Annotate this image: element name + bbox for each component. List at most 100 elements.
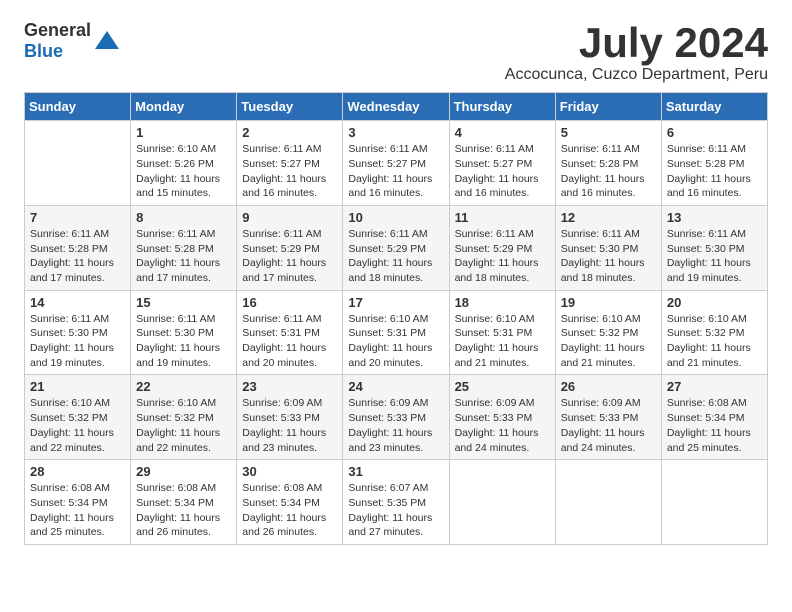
calendar-cell: 19Sunrise: 6:10 AM Sunset: 5:32 PM Dayli… bbox=[555, 290, 661, 375]
day-info: Sunrise: 6:11 AM Sunset: 5:29 PM Dayligh… bbox=[348, 227, 443, 286]
calendar-day-header: Sunday bbox=[25, 93, 131, 121]
calendar-cell: 31 Sunrise: 6:07 AM Sunset: 5:35 PM Dayli… bbox=[343, 460, 449, 545]
day-number: 27 bbox=[667, 379, 762, 394]
calendar-cell: 15Sunrise: 6:11 AM Sunset: 5:30 PM Dayli… bbox=[131, 290, 237, 375]
day-info: Sunrise: 6:08 AM Sunset: 5:34 PM Dayligh… bbox=[136, 481, 231, 540]
day-number: 31 bbox=[348, 464, 443, 479]
day-number: 8 bbox=[136, 210, 231, 225]
calendar-cell: 3Sunrise: 6:11 AM Sunset: 5:27 PM Daylig… bbox=[343, 121, 449, 206]
calendar-cell: 6 Sunrise: 6:11 AM Sunset: 5:28 PM Daylig… bbox=[661, 121, 767, 206]
page-header: General Blue July 2024 Accocunca, Cuzco … bbox=[24, 20, 768, 84]
day-number: 28 bbox=[30, 464, 125, 479]
day-info: Sunrise: 6:08 AM Sunset: 5:34 PM Dayligh… bbox=[667, 396, 762, 455]
day-number: 10 bbox=[348, 210, 443, 225]
calendar-cell: 4 Sunrise: 6:11 AM Sunset: 5:27 PM Daylig… bbox=[449, 121, 555, 206]
day-info: Sunrise: 6:07 AM Sunset: 5:35 PM Dayligh… bbox=[348, 481, 443, 540]
day-info: Sunrise: 6:11 AM Sunset: 5:27 PM Dayligh… bbox=[242, 142, 337, 201]
location-title: Accocunca, Cuzco Department, Peru bbox=[505, 66, 768, 84]
logo: General Blue bbox=[24, 20, 121, 62]
calendar-cell: 16Sunrise: 6:11 AM Sunset: 5:31 PM Dayli… bbox=[237, 290, 343, 375]
day-number: 29 bbox=[136, 464, 231, 479]
calendar-week-row: 7 Sunrise: 6:11 AM Sunset: 5:28 PM Daylig… bbox=[25, 205, 768, 290]
calendar-cell: 1 Sunrise: 6:10 AM Sunset: 5:26 PM Daylig… bbox=[131, 121, 237, 206]
day-number: 5 bbox=[561, 125, 656, 140]
calendar-cell bbox=[449, 460, 555, 545]
day-info: Sunrise: 6:11 AM Sunset: 5:28 PM Dayligh… bbox=[561, 142, 656, 201]
day-number: 17 bbox=[348, 295, 443, 310]
logo-text: General Blue bbox=[24, 20, 91, 62]
calendar-cell: 30Sunrise: 6:08 AM Sunset: 5:34 PM Dayli… bbox=[237, 460, 343, 545]
calendar-header-row: SundayMondayTuesdayWednesdayThursdayFrid… bbox=[25, 93, 768, 121]
calendar-cell: 20 Sunrise: 6:10 AM Sunset: 5:32 PM Dayli… bbox=[661, 290, 767, 375]
calendar-cell: 11 Sunrise: 6:11 AM Sunset: 5:29 PM Dayli… bbox=[449, 205, 555, 290]
calendar-day-header: Wednesday bbox=[343, 93, 449, 121]
day-info: Sunrise: 6:09 AM Sunset: 5:33 PM Dayligh… bbox=[348, 396, 443, 455]
month-title: July 2024 bbox=[505, 20, 768, 66]
calendar-table: SundayMondayTuesdayWednesdayThursdayFrid… bbox=[24, 92, 768, 545]
day-number: 23 bbox=[242, 379, 337, 394]
calendar-cell: 21 Sunrise: 6:10 AM Sunset: 5:32 PM Dayli… bbox=[25, 375, 131, 460]
calendar-day-header: Thursday bbox=[449, 93, 555, 121]
day-info: Sunrise: 6:11 AM Sunset: 5:29 PM Dayligh… bbox=[455, 227, 550, 286]
day-info: Sunrise: 6:08 AM Sunset: 5:34 PM Dayligh… bbox=[242, 481, 337, 540]
day-number: 1 bbox=[136, 125, 231, 140]
day-number: 11 bbox=[455, 210, 550, 225]
day-number: 20 bbox=[667, 295, 762, 310]
day-info: Sunrise: 6:10 AM Sunset: 5:32 PM Dayligh… bbox=[30, 396, 125, 455]
calendar-cell: 10 Sunrise: 6:11 AM Sunset: 5:29 PM Dayli… bbox=[343, 205, 449, 290]
day-info: Sunrise: 6:11 AM Sunset: 5:28 PM Dayligh… bbox=[136, 227, 231, 286]
day-number: 2 bbox=[242, 125, 337, 140]
calendar-cell: 12 Sunrise: 6:11 AM Sunset: 5:30 PM Dayli… bbox=[555, 205, 661, 290]
calendar-week-row: 14Sunrise: 6:11 AM Sunset: 5:30 PM Dayli… bbox=[25, 290, 768, 375]
day-info: Sunrise: 6:11 AM Sunset: 5:28 PM Dayligh… bbox=[30, 227, 125, 286]
calendar-cell: 9Sunrise: 6:11 AM Sunset: 5:29 PM Daylig… bbox=[237, 205, 343, 290]
day-number: 18 bbox=[455, 295, 550, 310]
calendar-day-header: Monday bbox=[131, 93, 237, 121]
logo-icon bbox=[93, 27, 121, 55]
calendar-day-header: Friday bbox=[555, 93, 661, 121]
day-info: Sunrise: 6:11 AM Sunset: 5:30 PM Dayligh… bbox=[30, 312, 125, 371]
calendar-cell: 13 Sunrise: 6:11 AM Sunset: 5:30 PM Dayli… bbox=[661, 205, 767, 290]
day-number: 26 bbox=[561, 379, 656, 394]
calendar-cell: 2 Sunrise: 6:11 AM Sunset: 5:27 PM Daylig… bbox=[237, 121, 343, 206]
day-info: Sunrise: 6:11 AM Sunset: 5:27 PM Dayligh… bbox=[455, 142, 550, 201]
calendar-cell: 14Sunrise: 6:11 AM Sunset: 5:30 PM Dayli… bbox=[25, 290, 131, 375]
day-number: 7 bbox=[30, 210, 125, 225]
day-info: Sunrise: 6:10 AM Sunset: 5:31 PM Dayligh… bbox=[348, 312, 443, 371]
logo-general: General bbox=[24, 20, 91, 40]
day-number: 13 bbox=[667, 210, 762, 225]
day-info: Sunrise: 6:11 AM Sunset: 5:28 PM Dayligh… bbox=[667, 142, 762, 201]
calendar-cell bbox=[661, 460, 767, 545]
day-number: 3 bbox=[348, 125, 443, 140]
day-info: Sunrise: 6:10 AM Sunset: 5:32 PM Dayligh… bbox=[561, 312, 656, 371]
day-info: Sunrise: 6:11 AM Sunset: 5:30 PM Dayligh… bbox=[561, 227, 656, 286]
day-info: Sunrise: 6:09 AM Sunset: 5:33 PM Dayligh… bbox=[561, 396, 656, 455]
calendar-week-row: 28 Sunrise: 6:08 AM Sunset: 5:34 PM Dayli… bbox=[25, 460, 768, 545]
calendar-cell: 22Sunrise: 6:10 AM Sunset: 5:32 PM Dayli… bbox=[131, 375, 237, 460]
day-info: Sunrise: 6:09 AM Sunset: 5:33 PM Dayligh… bbox=[242, 396, 337, 455]
calendar-cell: 29 Sunrise: 6:08 AM Sunset: 5:34 PM Dayli… bbox=[131, 460, 237, 545]
calendar-cell: 28 Sunrise: 6:08 AM Sunset: 5:34 PM Dayli… bbox=[25, 460, 131, 545]
day-info: Sunrise: 6:11 AM Sunset: 5:30 PM Dayligh… bbox=[667, 227, 762, 286]
calendar-cell: 25 Sunrise: 6:09 AM Sunset: 5:33 PM Dayli… bbox=[449, 375, 555, 460]
day-info: Sunrise: 6:09 AM Sunset: 5:33 PM Dayligh… bbox=[455, 396, 550, 455]
calendar-day-header: Saturday bbox=[661, 93, 767, 121]
day-number: 21 bbox=[30, 379, 125, 394]
day-info: Sunrise: 6:10 AM Sunset: 5:31 PM Dayligh… bbox=[455, 312, 550, 371]
day-info: Sunrise: 6:10 AM Sunset: 5:26 PM Dayligh… bbox=[136, 142, 231, 201]
day-number: 25 bbox=[455, 379, 550, 394]
calendar-cell: 24Sunrise: 6:09 AM Sunset: 5:33 PM Dayli… bbox=[343, 375, 449, 460]
day-number: 9 bbox=[242, 210, 337, 225]
logo-blue: Blue bbox=[24, 41, 63, 61]
calendar-cell: 17 Sunrise: 6:10 AM Sunset: 5:31 PM Dayli… bbox=[343, 290, 449, 375]
day-info: Sunrise: 6:08 AM Sunset: 5:34 PM Dayligh… bbox=[30, 481, 125, 540]
day-number: 4 bbox=[455, 125, 550, 140]
day-info: Sunrise: 6:11 AM Sunset: 5:31 PM Dayligh… bbox=[242, 312, 337, 371]
calendar-cell: 18 Sunrise: 6:10 AM Sunset: 5:31 PM Dayli… bbox=[449, 290, 555, 375]
day-info: Sunrise: 6:10 AM Sunset: 5:32 PM Dayligh… bbox=[667, 312, 762, 371]
calendar-cell: 8 Sunrise: 6:11 AM Sunset: 5:28 PM Daylig… bbox=[131, 205, 237, 290]
day-number: 6 bbox=[667, 125, 762, 140]
day-number: 12 bbox=[561, 210, 656, 225]
day-number: 15 bbox=[136, 295, 231, 310]
calendar-cell: 7 Sunrise: 6:11 AM Sunset: 5:28 PM Daylig… bbox=[25, 205, 131, 290]
